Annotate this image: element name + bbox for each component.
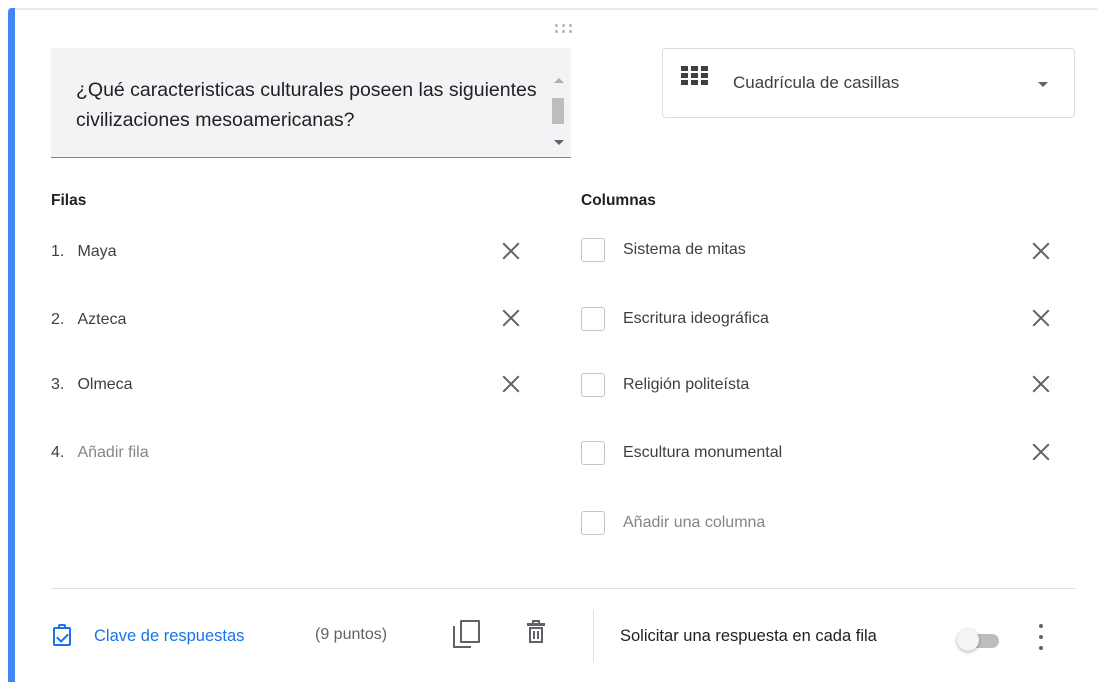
add-column-field[interactable]: Añadir una columna [581,511,765,535]
row-item-azteca[interactable]: 2. Azteca [51,311,126,329]
question-type-dropdown[interactable]: Cuadrícula de casillas [662,48,1075,118]
column-item-sistema-de-mitas[interactable]: Sistema de mitas [581,238,746,262]
row-number: 1. [51,243,65,260]
drag-handle-icon[interactable] [552,24,574,34]
grid-icon [681,66,708,86]
column-checkbox [581,238,605,262]
more-options-icon[interactable] [1037,624,1045,650]
row-number: 4. [51,444,65,461]
row-label[interactable]: Olmeca [77,376,132,394]
dropdown-arrow-icon [1038,82,1048,87]
column-label[interactable]: Sistema de mitas [623,241,746,259]
question-title-field[interactable]: ¿Qué caracteristicas culturales poseen l… [51,48,571,158]
require-response-label: Solicitar una respuesta en cada fila [620,627,877,645]
row-item-olmeca[interactable]: 3. Olmeca [51,376,133,394]
footer-divider [51,588,1075,589]
column-checkbox [581,441,605,465]
columns-title: Columnas [581,192,656,209]
clipboard-check-icon [52,624,74,648]
add-row-field[interactable]: 4. Añadir fila [51,444,149,462]
trash-icon[interactable] [526,620,546,646]
column-label[interactable]: Escultura monumental [623,444,782,462]
answer-key-button[interactable]: Clave de respuestas [52,624,244,648]
row-label[interactable]: Maya [77,243,116,261]
remove-row-azteca-icon[interactable] [502,309,520,327]
remove-column-escritura-ideografica-icon[interactable] [1032,309,1050,327]
duplicate-icon[interactable] [452,620,482,650]
active-card-accent-bar [8,8,15,682]
column-item-escritura-ideografica[interactable]: Escritura ideográfica [581,307,769,331]
remove-column-escultura-monumental-icon[interactable] [1032,443,1050,461]
question-type-label: Cuadrícula de casillas [733,73,900,92]
remove-column-sistema-de-mitas-icon[interactable] [1032,242,1050,260]
scroll-down-arrow-icon[interactable] [554,140,564,145]
row-label[interactable]: Azteca [77,311,126,329]
footer-vertical-divider [593,610,594,662]
column-label[interactable]: Religión politeísta [623,376,749,394]
question-title-text[interactable]: ¿Qué caracteristicas culturales poseen l… [76,75,546,135]
column-checkbox [581,307,605,331]
points-label: (9 puntos) [315,626,388,643]
row-number: 3. [51,376,65,393]
column-checkbox [581,511,605,535]
scroll-thumb[interactable] [552,98,564,124]
column-checkbox [581,373,605,397]
answer-key-label[interactable]: Clave de respuestas [94,627,244,646]
column-label[interactable]: Escritura ideográfica [623,310,769,328]
rows-title: Filas [51,192,87,209]
require-response-toggle[interactable] [957,628,1005,651]
question-scrollbar[interactable] [551,78,567,168]
scroll-up-arrow-icon[interactable] [554,78,564,83]
add-column-placeholder[interactable]: Añadir una columna [623,514,765,532]
remove-column-religion-politeista-icon[interactable] [1032,375,1050,393]
row-number: 2. [51,311,65,328]
column-item-religion-politeista[interactable]: Religión politeísta [581,373,749,397]
row-item-maya[interactable]: 1. Maya [51,243,117,261]
column-item-escultura-monumental[interactable]: Escultura monumental [581,441,782,465]
remove-row-maya-icon[interactable] [502,242,520,260]
remove-row-olmeca-icon[interactable] [502,375,520,393]
add-row-placeholder[interactable]: Añadir fila [77,444,148,462]
